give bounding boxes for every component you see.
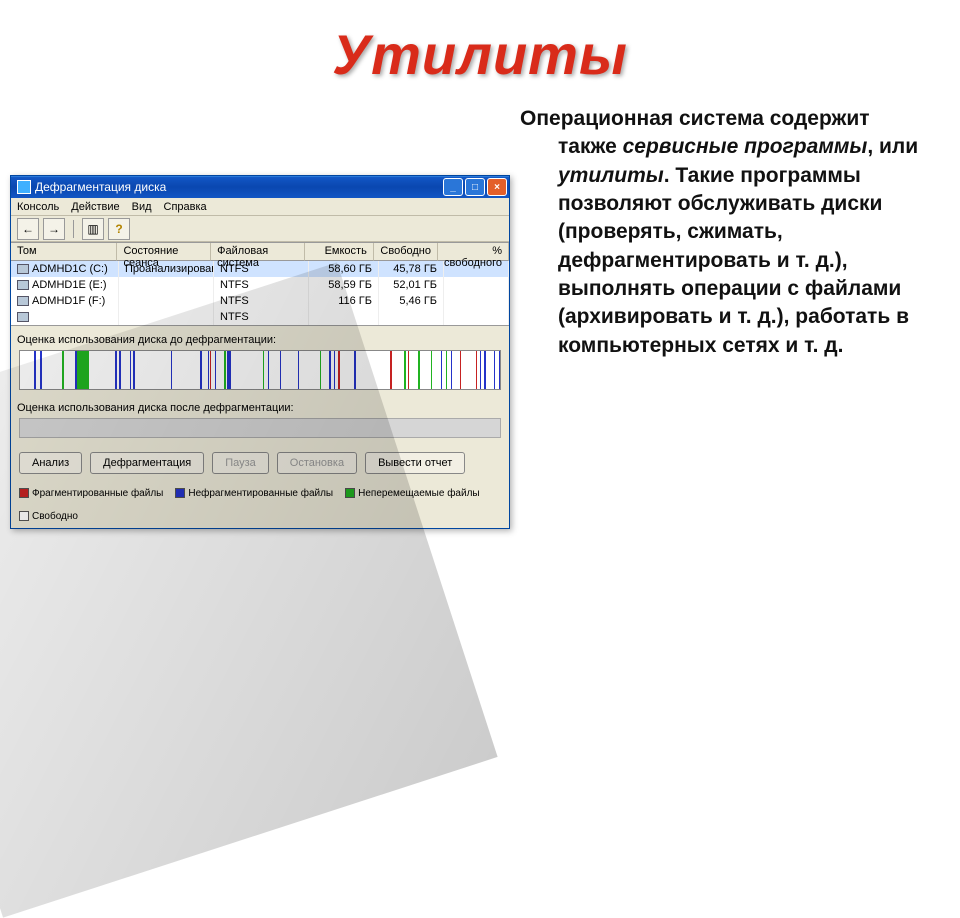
col-fs[interactable]: Файловая система <box>211 243 305 261</box>
col-cap[interactable]: Емкость <box>305 243 374 261</box>
toolbar: ← → ▥ ? <box>11 216 509 242</box>
grid-header: Том Состояние сеанса Файловая система Ем… <box>11 243 509 261</box>
cell: 45,78 ГБ <box>379 261 444 277</box>
cell: NTFS <box>214 261 309 277</box>
cell: ADMHD1F (F:) <box>32 295 105 307</box>
cell <box>444 261 509 277</box>
back-button[interactable]: ← <box>17 218 39 240</box>
drive-icon <box>17 280 29 290</box>
cell <box>119 277 214 293</box>
col-session[interactable]: Состояние сеанса <box>117 243 211 261</box>
toolbar-sep <box>73 220 74 238</box>
menu-action[interactable]: Действие <box>71 201 119 213</box>
menu-help[interactable]: Справка <box>164 201 207 213</box>
help-button[interactable]: ? <box>108 218 130 240</box>
cell: Проанализировано <box>119 261 214 277</box>
forward-button[interactable]: → <box>43 218 65 240</box>
cell <box>444 277 509 293</box>
drive-icon <box>17 312 29 322</box>
cell: 5,46 ГБ <box>379 293 444 309</box>
menu-console[interactable]: Консоль <box>17 201 59 213</box>
cell: 52,01 ГБ <box>379 277 444 293</box>
menu-view[interactable]: Вид <box>132 201 152 213</box>
cell <box>444 309 509 325</box>
col-pct[interactable]: % свободного <box>438 243 509 261</box>
close-button[interactable]: × <box>487 178 507 196</box>
minimize-button[interactable]: _ <box>443 178 463 196</box>
window-title: Дефрагментация диска <box>35 180 166 194</box>
app-icon <box>17 180 31 194</box>
properties-button[interactable]: ▥ <box>82 218 104 240</box>
col-tom[interactable]: Том <box>11 243 117 261</box>
cell: ADMHD1C (C:) <box>32 263 108 275</box>
drive-icon <box>17 296 29 306</box>
slide-text: Операционная система содержит также серв… <box>520 105 960 529</box>
table-row[interactable]: ADMHD1C (C:) Проанализировано NTFS 58,60… <box>11 261 509 277</box>
drive-icon <box>17 264 29 274</box>
cell: ADMHD1E (E:) <box>32 279 107 291</box>
titlebar: Дефрагментация диска _ □ × <box>11 176 509 198</box>
col-free[interactable]: Свободно <box>374 243 438 261</box>
cell <box>444 293 509 309</box>
slide-title: Утилиты <box>0 0 960 87</box>
maximize-button[interactable]: □ <box>465 178 485 196</box>
menubar: Консоль Действие Вид Справка <box>11 198 509 216</box>
cell <box>379 309 444 325</box>
